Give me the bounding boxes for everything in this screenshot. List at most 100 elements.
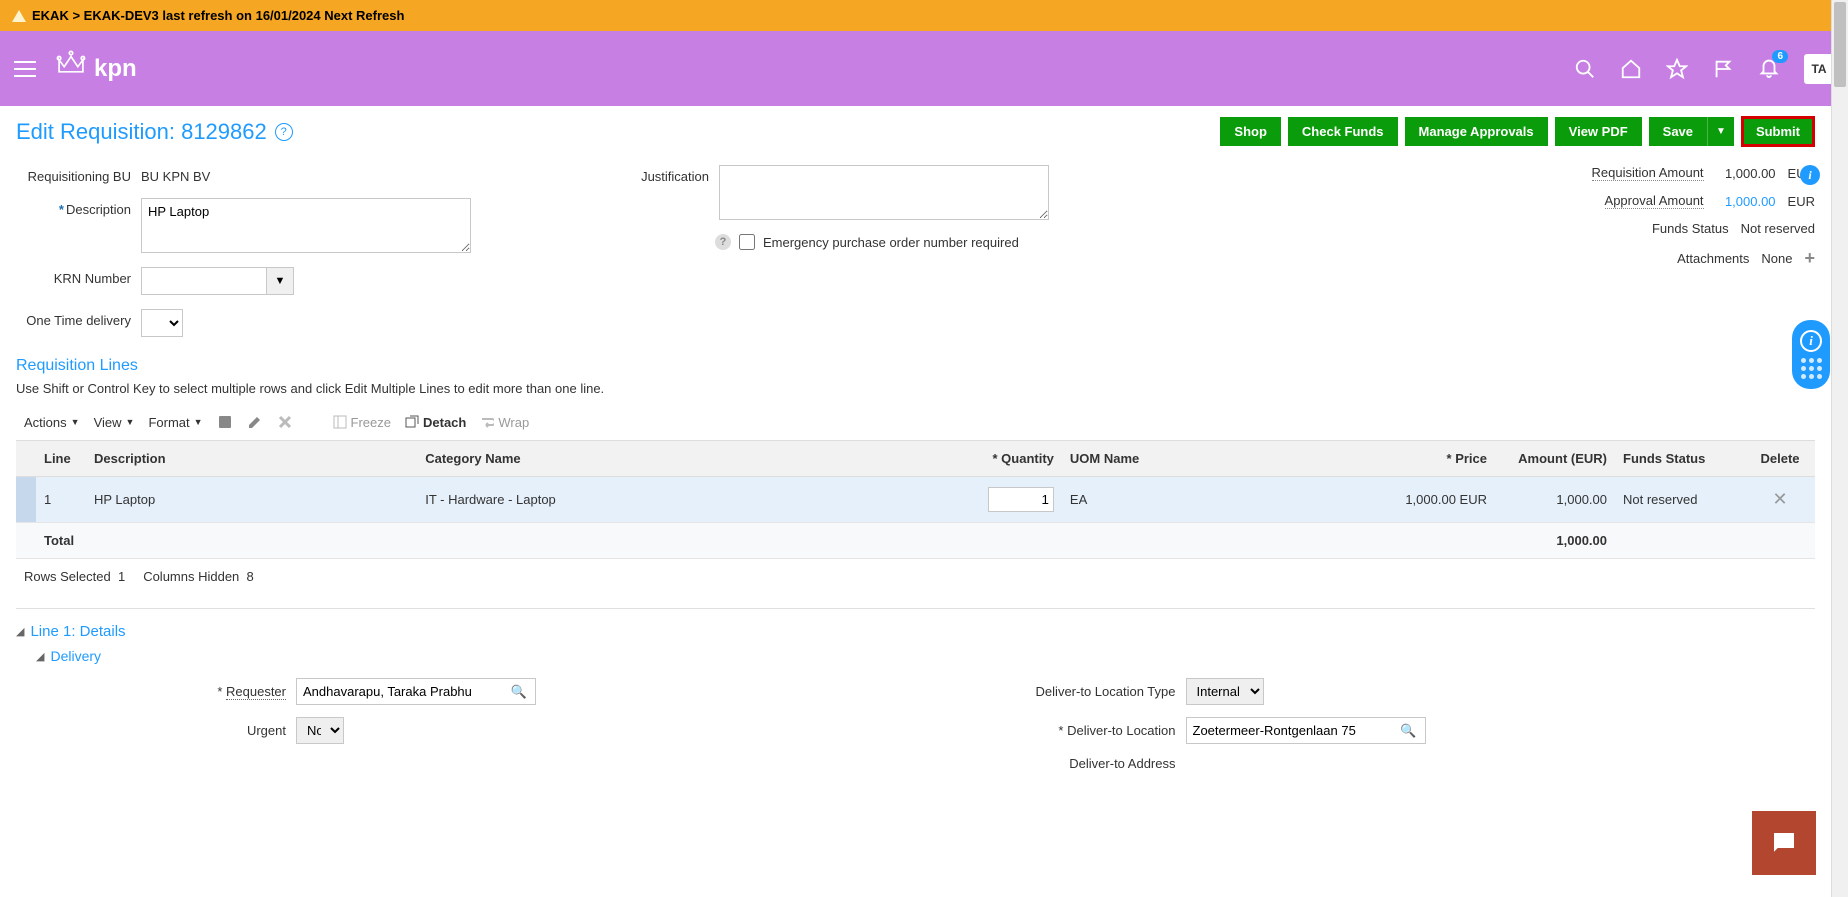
approval-amount-label: Approval Amount <box>1605 193 1704 209</box>
shop-button[interactable]: Shop <box>1220 117 1281 146</box>
dialpad-icon <box>1801 358 1822 379</box>
scrollbar-thumb[interactable] <box>1834 2 1846 87</box>
brand-logo[interactable]: kpn <box>54 48 137 89</box>
table-footer: Rows Selected 1 Columns Hidden 8 <box>16 559 1815 594</box>
one-time-label: One Time delivery <box>16 309 131 328</box>
menu-hamburger-icon[interactable] <box>14 61 36 77</box>
toolbar-format-menu[interactable]: Format ▼ <box>148 415 202 430</box>
submit-button[interactable]: Submit <box>1744 119 1812 144</box>
check-funds-button[interactable]: Check Funds <box>1288 117 1398 146</box>
view-pdf-button[interactable]: View PDF <box>1555 117 1642 146</box>
deliver-addr-label: Deliver-to Address <box>966 756 1176 771</box>
toolbar-duplicate-icon[interactable] <box>217 414 233 430</box>
toolbar-edit-icon[interactable] <box>247 414 263 430</box>
approval-amount-currency: EUR <box>1788 194 1815 209</box>
submit-highlight: Submit <box>1741 116 1815 147</box>
col-price[interactable]: * Price <box>1385 441 1495 477</box>
add-attachment-icon[interactable]: + <box>1804 248 1815 269</box>
section-divider <box>16 608 1815 609</box>
deliver-loc-input[interactable] <box>1187 718 1393 743</box>
crown-icon <box>54 48 88 89</box>
description-input[interactable]: HP Laptop <box>141 198 471 253</box>
delivery-heading[interactable]: ◢ Delivery <box>36 648 1815 664</box>
deliver-loc-search-icon[interactable]: 🔍 <box>1392 719 1424 743</box>
chat-icon <box>1769 828 1799 858</box>
deliver-type-select[interactable]: Internal <box>1186 678 1264 705</box>
toolbar-actions-menu[interactable]: Actions ▼ <box>24 415 80 430</box>
search-icon[interactable] <box>1574 58 1596 80</box>
collapse-caret-icon: ◢ <box>16 625 24 638</box>
toolbar-delete-icon[interactable] <box>277 414 293 430</box>
action-button-row: Shop Check Funds Manage Approvals View P… <box>1220 116 1815 147</box>
info-badge-icon[interactable]: i <box>1800 165 1820 185</box>
table-row[interactable]: 1 HP Laptop IT - Hardware - Laptop EA 1,… <box>16 477 1815 523</box>
krn-dropdown-button[interactable]: ▼ <box>266 267 294 295</box>
row-selector-handle[interactable] <box>16 477 36 523</box>
help-icon[interactable]: ? <box>275 123 293 141</box>
krn-input[interactable] <box>141 267 266 295</box>
req-bu-value: BU KPN BV <box>141 165 210 184</box>
deliver-loc-label: * Deliver-to Location <box>966 723 1176 738</box>
notifications-button[interactable]: 6 <box>1758 56 1780 81</box>
urgent-select[interactable]: No <box>296 717 344 744</box>
star-icon[interactable] <box>1666 58 1688 80</box>
manage-approvals-button[interactable]: Manage Approvals <box>1405 117 1548 146</box>
environment-banner: EKAK > EKAK-DEV3 last refresh on 16/01/2… <box>0 0 1848 31</box>
vertical-scrollbar[interactable]: ▲ <box>1831 0 1848 897</box>
req-amount-value: 1,000.00 <box>1716 166 1776 181</box>
notification-badge: 6 <box>1772 50 1788 63</box>
save-button[interactable]: Save <box>1649 117 1707 146</box>
requester-input[interactable] <box>297 679 503 704</box>
user-avatar[interactable]: TA <box>1804 54 1834 84</box>
cell-amount: 1,000.00 <box>1495 477 1615 523</box>
total-label: Total <box>36 523 972 559</box>
cell-funds: Not reserved <box>1615 477 1745 523</box>
col-uom[interactable]: UOM Name <box>1062 441 1385 477</box>
help-widget[interactable]: i <box>1792 320 1830 389</box>
emergency-checkbox[interactable] <box>739 234 755 250</box>
justification-label: Justification <box>629 165 709 184</box>
lines-toolbar: Actions ▼ View ▼ Format ▼ Freeze Detach … <box>16 408 1815 436</box>
funds-status-value: Not reserved <box>1741 221 1815 236</box>
requisition-lines-table: Line Description Category Name * Quantit… <box>16 440 1815 559</box>
col-delete[interactable]: Delete <box>1745 441 1815 477</box>
total-amount: 1,000.00 <box>1495 523 1615 559</box>
justification-input[interactable] <box>719 165 1049 220</box>
chat-widget-button[interactable] <box>1752 811 1816 875</box>
col-description[interactable]: Description <box>86 441 417 477</box>
home-icon[interactable] <box>1620 58 1642 80</box>
flag-icon[interactable] <box>1712 58 1734 80</box>
banner-text: EKAK > EKAK-DEV3 last refresh on 16/01/2… <box>32 8 404 23</box>
attachments-label: Attachments <box>1677 251 1749 266</box>
page-title: Edit Requisition: 8129862 ? <box>16 119 293 145</box>
one-time-select[interactable] <box>141 309 183 337</box>
warning-icon <box>12 10 26 22</box>
cell-uom: EA <box>1062 477 1385 523</box>
funds-status-label: Funds Status <box>1652 221 1729 236</box>
save-dropdown-button[interactable]: ▼ <box>1707 117 1734 146</box>
emergency-help-icon[interactable]: ? <box>715 234 731 250</box>
toolbar-freeze-button[interactable]: Freeze <box>333 415 391 430</box>
col-category[interactable]: Category Name <box>417 441 972 477</box>
quantity-input[interactable] <box>988 487 1054 512</box>
cell-line: 1 <box>36 477 86 523</box>
toolbar-wrap-button[interactable]: Wrap <box>480 415 529 430</box>
toolbar-view-menu[interactable]: View ▼ <box>94 415 135 430</box>
req-bu-label: Requisitioning BU <box>16 165 131 184</box>
approval-amount-link[interactable]: 1,000.00 <box>1716 194 1776 209</box>
col-amount[interactable]: Amount (EUR) <box>1495 441 1615 477</box>
cell-category: IT - Hardware - Laptop <box>417 477 972 523</box>
req-lines-hint: Use Shift or Control Key to select multi… <box>16 381 1815 396</box>
total-row: Total 1,000.00 <box>16 523 1815 559</box>
req-amount-label: Requisition Amount <box>1592 165 1704 181</box>
col-funds[interactable]: Funds Status <box>1615 441 1745 477</box>
attachments-value: None <box>1761 251 1792 266</box>
col-line[interactable]: Line <box>36 441 86 477</box>
description-label: *Description <box>16 198 131 217</box>
cell-price: 1,000.00 EUR <box>1385 477 1495 523</box>
delete-row-icon[interactable]: ✕ <box>1745 477 1815 523</box>
toolbar-detach-button[interactable]: Detach <box>405 415 466 430</box>
requester-search-icon[interactable]: 🔍 <box>503 680 535 704</box>
col-quantity[interactable]: * Quantity <box>972 441 1062 477</box>
line-details-heading[interactable]: ◢ Line 1: Details <box>16 623 1815 640</box>
